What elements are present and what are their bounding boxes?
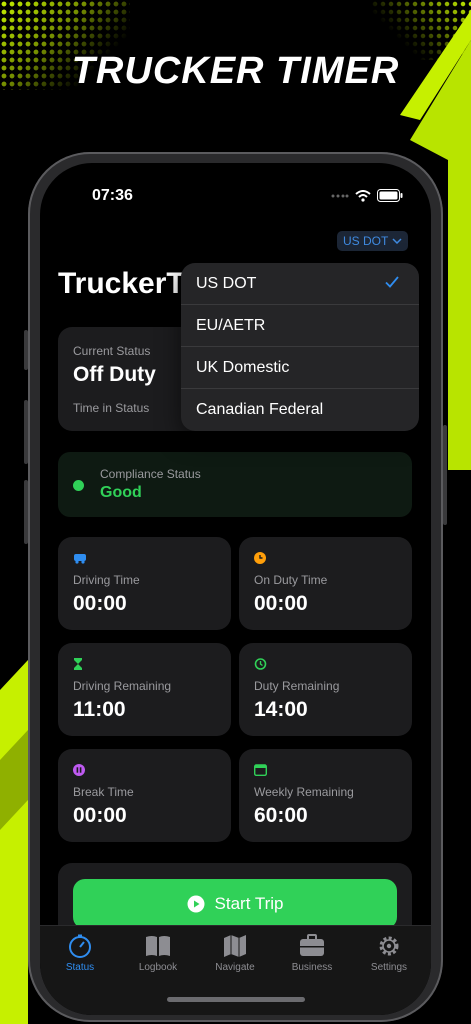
home-indicator[interactable] (167, 997, 305, 1002)
hourglass-icon (74, 658, 82, 670)
headline-title: TRUCKER TIMER (71, 50, 400, 92)
phone-button-volume-down (24, 480, 28, 544)
tab-label: Logbook (138, 962, 178, 973)
menu-item-label: US DOT (196, 275, 257, 292)
tab-label: Settings (370, 962, 408, 973)
pause-icon (73, 764, 85, 776)
map-icon (224, 935, 246, 957)
timer-icon (254, 658, 267, 670)
stat-label: Duty Remaining (254, 679, 340, 693)
compliance-card: Compliance Status Good (58, 452, 412, 517)
region-select-label: US DOT (343, 234, 389, 248)
chevron-down-icon (392, 238, 402, 244)
phone-button-volume-up (24, 400, 28, 464)
menu-item-uk-domestic[interactable]: UK Domestic (181, 347, 419, 389)
book-icon (146, 936, 170, 956)
region-dropdown-menu: US DOT EU/AETR UK Domestic Canadian Fede… (181, 263, 419, 431)
tab-logbook[interactable]: Logbook (123, 934, 193, 973)
tab-bar: Status Logbook Navigate Business Setting… (40, 925, 431, 1015)
phone-button-power (443, 425, 447, 525)
menu-item-eu-aetr[interactable]: EU/AETR (181, 305, 419, 347)
current-status-value: Off Duty (73, 363, 156, 386)
start-trip-button[interactable]: Start Trip (73, 879, 397, 929)
phone-button-action (24, 330, 28, 370)
briefcase-icon (300, 934, 324, 956)
battery-icon (377, 189, 403, 202)
stat-value: 00:00 (73, 592, 127, 615)
status-time: 07:36 (92, 187, 133, 204)
menu-item-label: Canadian Federal (196, 401, 324, 418)
stat-card-driving-remaining: Driving Remaining 11:00 (58, 643, 231, 736)
status-icons (331, 189, 403, 202)
current-status-label: Current Status (73, 344, 151, 358)
compliance-label: Compliance Status (100, 467, 201, 481)
app-screen: 07:36 US DOT TruckerT Current Status Off… (40, 163, 431, 1015)
stat-value: 11:00 (73, 698, 126, 721)
truck-icon (74, 554, 86, 564)
stat-card-driving-time: Driving Time 00:00 (58, 537, 231, 630)
stat-card-weekly-remaining: Weekly Remaining 60:00 (239, 749, 412, 842)
tab-navigate[interactable]: Navigate (200, 934, 270, 973)
stat-card-duty-remaining: Duty Remaining 14:00 (239, 643, 412, 736)
play-icon (187, 895, 205, 913)
stat-card-break-time: Break Time 00:00 (58, 749, 231, 842)
menu-item-label: EU/AETR (196, 317, 266, 334)
start-trip-label: Start Trip (214, 894, 284, 913)
stat-label: Driving Remaining (73, 679, 172, 693)
stat-value: 00:00 (73, 804, 127, 827)
signal-icon (331, 194, 349, 197)
dynamic-island (188, 183, 288, 213)
menu-item-us-dot[interactable]: US DOT (181, 263, 419, 305)
tab-status[interactable]: Status (45, 934, 115, 973)
stat-label: On Duty Time (254, 573, 328, 587)
stat-label: Break Time (73, 785, 134, 799)
tab-label: Status (65, 962, 95, 973)
menu-item-label: UK Domestic (196, 359, 290, 376)
app-title: TruckerT (58, 267, 185, 300)
compliance-value: Good (100, 484, 142, 501)
wifi-icon (355, 189, 371, 202)
stat-value: 14:00 (254, 698, 308, 721)
stat-label: Weekly Remaining (254, 785, 354, 799)
checkmark-icon (385, 276, 399, 288)
compliance-indicator (73, 480, 84, 491)
tab-business[interactable]: Business (277, 934, 347, 973)
menu-item-canadian-federal[interactable]: Canadian Federal (181, 389, 419, 431)
stat-value: 60:00 (254, 804, 308, 827)
gauge-icon (69, 934, 91, 958)
gear-icon (379, 936, 399, 956)
tab-label: Navigate (215, 962, 255, 973)
tab-label: Business (291, 962, 333, 973)
tab-settings[interactable]: Settings (354, 934, 424, 973)
region-select-button[interactable]: US DOT (337, 231, 409, 251)
clock-icon (254, 552, 266, 564)
calendar-icon (254, 764, 267, 776)
stat-value: 00:00 (254, 592, 308, 615)
stat-card-on-duty-time: On Duty Time 00:00 (239, 537, 412, 630)
time-in-status-label: Time in Status (73, 401, 150, 415)
stat-label: Driving Time (73, 573, 140, 587)
